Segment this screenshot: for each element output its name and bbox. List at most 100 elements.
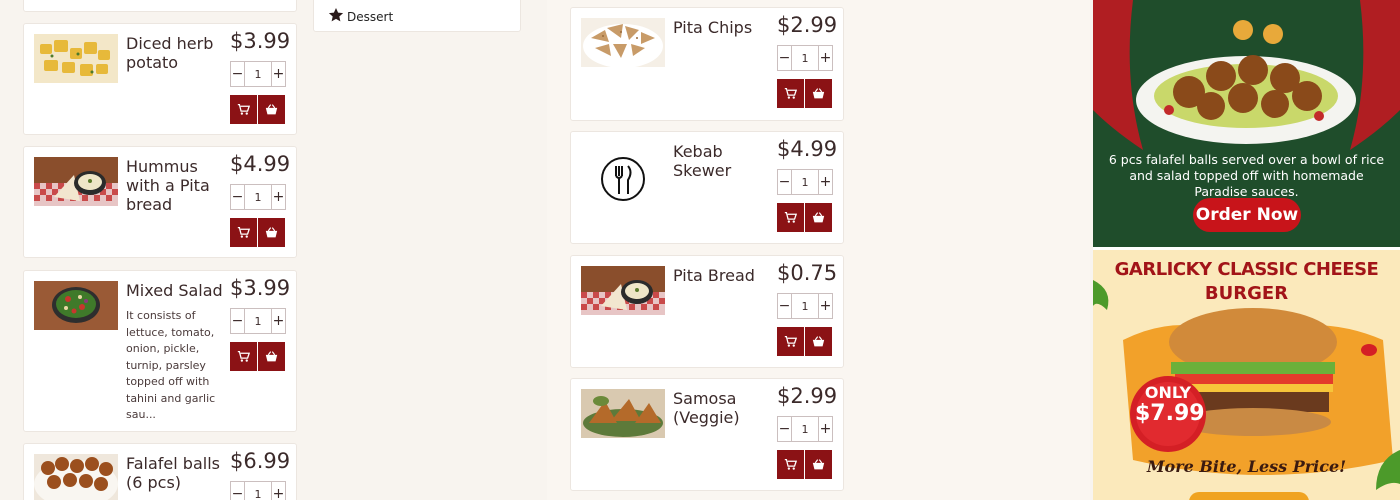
item-name: Pita Chips bbox=[673, 18, 753, 37]
food-image bbox=[581, 266, 665, 315]
quantity-value[interactable]: 1 bbox=[791, 417, 819, 441]
increment-button[interactable]: + bbox=[272, 482, 285, 500]
quantity-value[interactable]: 1 bbox=[244, 185, 272, 209]
quantity-stepper[interactable]: − 1 + bbox=[777, 416, 833, 442]
menu-item-mixed-salad[interactable]: Mixed Salad It consists of lettuce, toma… bbox=[23, 270, 297, 432]
add-to-basket-button[interactable] bbox=[805, 327, 832, 356]
category-item-dessert[interactable]: Dessert bbox=[313, 0, 521, 32]
quantity-stepper[interactable]: − 1 + bbox=[230, 61, 286, 87]
menu-item-samosa-veggie[interactable]: Samosa (Veggie) $2.99 − 1 + bbox=[570, 378, 844, 491]
add-to-basket-button[interactable] bbox=[258, 342, 285, 371]
decrement-button[interactable]: − bbox=[778, 170, 791, 194]
quantity-stepper[interactable]: − 1 + bbox=[777, 45, 833, 71]
add-to-cart-button[interactable] bbox=[777, 450, 804, 479]
add-to-basket-button[interactable] bbox=[258, 95, 285, 124]
order-now-button[interactable]: Order Now bbox=[1193, 205, 1301, 225]
add-to-cart-button[interactable] bbox=[230, 95, 257, 124]
quantity-value[interactable]: 1 bbox=[244, 62, 272, 86]
add-to-cart-button[interactable] bbox=[230, 342, 257, 371]
cta-strip[interactable] bbox=[1189, 492, 1309, 500]
increment-button[interactable]: + bbox=[819, 417, 832, 441]
decrement-button[interactable]: − bbox=[778, 417, 791, 441]
utensils-icon bbox=[581, 146, 665, 212]
basket-icon bbox=[265, 104, 278, 115]
increment-button[interactable]: + bbox=[272, 185, 285, 209]
quantity-stepper[interactable]: − 1 + bbox=[230, 481, 286, 500]
item-price: $3.99 bbox=[230, 276, 291, 300]
left-menu-column: Diced herb potato $3.99 − 1 + Hummus wit… bbox=[0, 0, 305, 500]
quantity-stepper[interactable]: − 1 + bbox=[230, 184, 286, 210]
increment-button[interactable]: + bbox=[819, 170, 832, 194]
category-label: Dessert bbox=[347, 10, 394, 24]
cart-icon bbox=[784, 335, 797, 347]
item-price: $6.99 bbox=[230, 449, 291, 473]
add-to-cart-button[interactable] bbox=[230, 218, 257, 247]
item-name: Mixed Salad bbox=[126, 281, 223, 300]
basket-icon bbox=[812, 459, 825, 470]
add-to-cart-button[interactable] bbox=[777, 79, 804, 108]
menu-item-hummus[interactable]: Hummus with a Pita bread $4.99 − 1 + bbox=[23, 146, 297, 258]
right-menu-column: Pita Chips $2.99 − 1 + Kebab Skewer $4.9… bbox=[547, 0, 1090, 500]
quantity-stepper[interactable]: − 1 + bbox=[777, 169, 833, 195]
decrement-button[interactable]: − bbox=[231, 309, 244, 333]
star-icon bbox=[328, 8, 344, 22]
quantity-value[interactable]: 1 bbox=[791, 170, 819, 194]
add-to-basket-button[interactable] bbox=[805, 203, 832, 232]
price-badge-value: $7.99 bbox=[1135, 401, 1205, 426]
add-to-cart-button[interactable] bbox=[777, 203, 804, 232]
increment-button[interactable]: + bbox=[819, 294, 832, 318]
menu-card-partial bbox=[23, 0, 297, 12]
item-price: $3.99 bbox=[230, 29, 291, 53]
menu-item-falafel-balls[interactable]: Falafel balls (6 pcs) $6.99 − 1 + bbox=[23, 443, 297, 500]
food-image bbox=[581, 18, 665, 67]
increment-button[interactable]: + bbox=[819, 46, 832, 70]
food-image bbox=[581, 389, 665, 438]
food-image bbox=[34, 34, 118, 83]
basket-icon bbox=[812, 88, 825, 99]
price-badge-label: ONLY bbox=[1144, 383, 1192, 402]
item-price: $2.99 bbox=[777, 384, 838, 408]
quantity-stepper[interactable]: − 1 + bbox=[230, 308, 286, 334]
category-column: Dessert bbox=[305, 0, 542, 500]
placeholder-image bbox=[581, 146, 665, 212]
item-name: Falafel balls (6 pcs) bbox=[126, 454, 220, 492]
basket-icon bbox=[812, 212, 825, 223]
menu-item-kebab-skewer[interactable]: Kebab Skewer $4.99 − 1 + bbox=[570, 131, 844, 244]
burger-promo-banner[interactable]: GARLICKY CLASSIC CHEESE BURGER ONLY $7.9… bbox=[1093, 250, 1400, 500]
cart-icon bbox=[237, 226, 250, 238]
decrement-button[interactable]: − bbox=[231, 185, 244, 209]
cart-icon bbox=[784, 211, 797, 223]
add-to-basket-button[interactable] bbox=[805, 79, 832, 108]
quantity-value[interactable]: 1 bbox=[791, 46, 819, 70]
increment-button[interactable]: + bbox=[272, 62, 285, 86]
add-to-basket-button[interactable] bbox=[258, 218, 285, 247]
menu-item-pita-bread[interactable]: Pita Bread $0.75 − 1 + bbox=[570, 255, 844, 368]
quantity-stepper[interactable]: − 1 + bbox=[777, 293, 833, 319]
quantity-value[interactable]: 1 bbox=[244, 482, 272, 500]
decrement-button[interactable]: − bbox=[778, 46, 791, 70]
basket-icon bbox=[265, 351, 278, 362]
item-price: $2.99 bbox=[777, 13, 838, 37]
burger-title-line2: BURGER bbox=[1204, 283, 1289, 304]
quantity-value[interactable]: 1 bbox=[791, 294, 819, 318]
food-image bbox=[34, 281, 118, 330]
add-to-cart-button[interactable] bbox=[777, 327, 804, 356]
add-to-basket-button[interactable] bbox=[805, 450, 832, 479]
food-image bbox=[34, 157, 118, 206]
menu-item-pita-chips[interactable]: Pita Chips $2.99 − 1 + bbox=[570, 7, 844, 121]
decrement-button[interactable]: − bbox=[231, 62, 244, 86]
item-price: $4.99 bbox=[777, 137, 838, 161]
decrement-button[interactable]: − bbox=[231, 482, 244, 500]
menu-item-diced-herb-potato[interactable]: Diced herb potato $3.99 − 1 + bbox=[23, 23, 297, 135]
basket-icon bbox=[812, 336, 825, 347]
item-name: Hummus with a Pita bread bbox=[126, 157, 210, 214]
decrement-button[interactable]: − bbox=[778, 294, 791, 318]
falafel-promo-banner[interactable]: 6 pcs falafel balls served over a bowl o… bbox=[1093, 0, 1400, 247]
food-image bbox=[34, 454, 118, 500]
increment-button[interactable]: + bbox=[272, 309, 285, 333]
cart-icon bbox=[784, 458, 797, 470]
falafel-promo-text: 6 pcs falafel balls served over a bowl o… bbox=[1108, 152, 1385, 199]
quantity-value[interactable]: 1 bbox=[244, 309, 272, 333]
basket-icon bbox=[265, 227, 278, 238]
item-name: Kebab Skewer bbox=[673, 142, 732, 180]
